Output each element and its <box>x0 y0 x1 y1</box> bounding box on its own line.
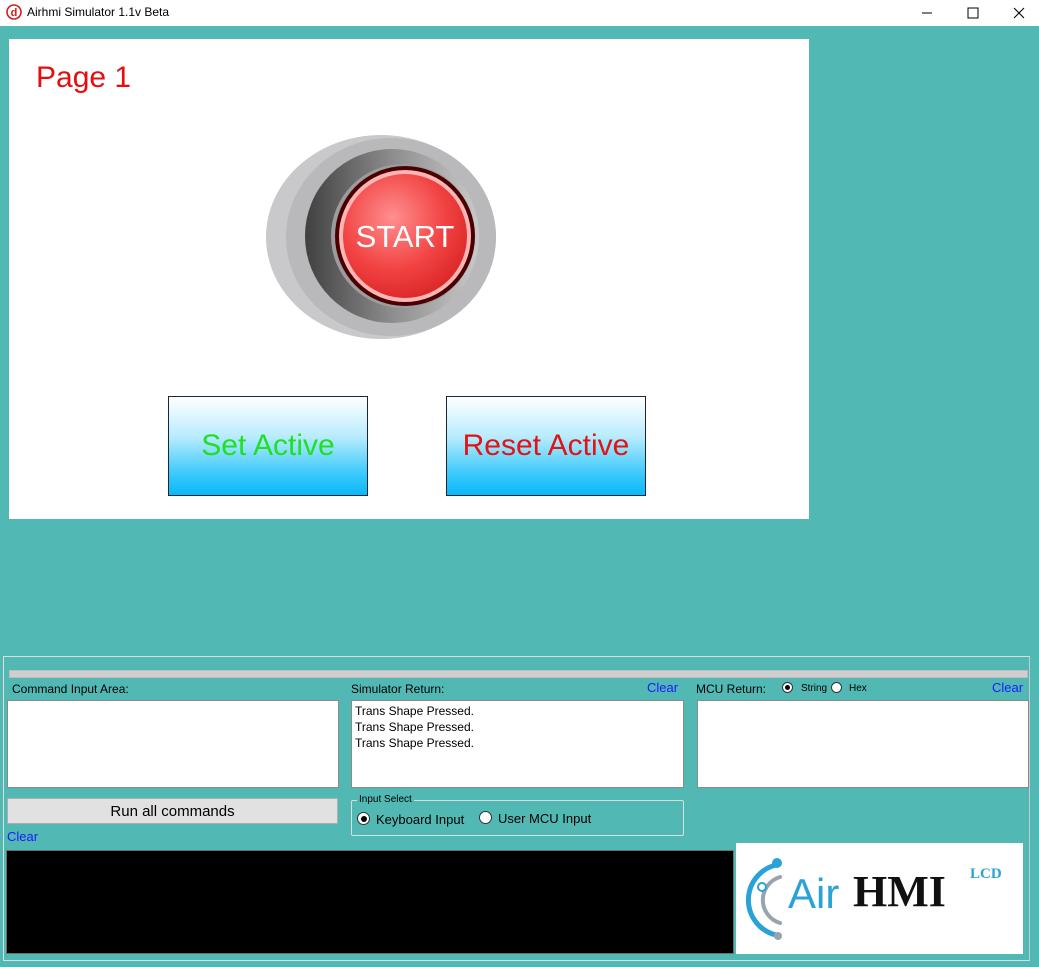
hex-format-label: Hex <box>849 683 867 694</box>
simulator-return-line: Trans Shape Pressed. <box>355 736 474 750</box>
keyboard-input-radio[interactable] <box>357 812 370 825</box>
maximize-icon <box>967 7 979 19</box>
logo-text-lcd: LCD <box>970 866 1002 882</box>
mcu-return-clear-link[interactable]: Clear <box>992 681 1023 695</box>
logo-text-air: Air <box>788 870 839 917</box>
input-select-title: Input Select <box>357 794 414 806</box>
command-input-area[interactable] <box>7 700 339 788</box>
keyboard-input-label: Keyboard Input <box>376 812 465 827</box>
title-bar: d Airhmi Simulator 1.1v Beta <box>0 0 1039 26</box>
run-all-commands-button[interactable]: Run all commands <box>7 798 338 824</box>
string-format-radio[interactable] <box>782 682 793 693</box>
airhmi-app-icon: d <box>6 4 22 20</box>
minimize-button[interactable] <box>904 0 950 26</box>
reset-active-label: Reset Active <box>462 429 630 462</box>
window-title: Airhmi Simulator 1.1v Beta <box>27 5 170 19</box>
command-input-label: Command Input Area: <box>12 682 129 696</box>
start-button-label: START <box>356 219 455 254</box>
hex-format-radio[interactable] <box>831 682 842 693</box>
airhmi-logo-graphic: Air HMI LCD <box>745 858 1002 940</box>
logo-node-bottom <box>774 932 782 940</box>
user-mcu-input-label: User MCU Input <box>498 811 592 826</box>
command-input-clear-link[interactable]: Clear <box>7 830 38 844</box>
close-button[interactable] <box>996 0 1039 26</box>
user-mcu-input-radio[interactable] <box>479 811 492 824</box>
simulator-return-clear-link[interactable]: Clear <box>647 681 678 695</box>
minimize-icon <box>922 12 932 14</box>
simulator-return-area[interactable]: Trans Shape Pressed. Trans Shape Pressed… <box>351 700 684 788</box>
mcu-return-label: MCU Return: <box>696 682 767 696</box>
simulator-return-line: Trans Shape Pressed. <box>355 720 474 734</box>
page-title: Page 1 <box>36 61 132 94</box>
run-all-commands-label: Run all commands <box>110 802 235 820</box>
set-active-button[interactable]: Set Active <box>168 396 368 496</box>
simulator-return-label: Simulator Return: <box>351 682 445 696</box>
progress-strip <box>9 670 1028 678</box>
output-console[interactable] <box>6 850 734 954</box>
hmi-screen: Page 1 START Set Active Reset Active <box>9 39 809 519</box>
airhmi-logo: Air HMI LCD <box>736 843 1023 954</box>
simulator-return-line: Trans Shape Pressed. <box>355 704 474 718</box>
start-button[interactable]: START <box>265 134 499 340</box>
svg-text:d: d <box>11 7 18 19</box>
reset-active-button[interactable]: Reset Active <box>446 396 646 496</box>
mcu-return-area[interactable] <box>697 700 1029 788</box>
string-format-label: String <box>801 683 828 694</box>
maximize-button[interactable] <box>950 0 996 26</box>
logo-text-hmi: HMI <box>853 867 946 916</box>
logo-node-top <box>772 858 782 868</box>
set-active-label: Set Active <box>201 429 335 462</box>
logo-node-mid <box>757 882 767 892</box>
close-icon <box>1013 7 1025 19</box>
